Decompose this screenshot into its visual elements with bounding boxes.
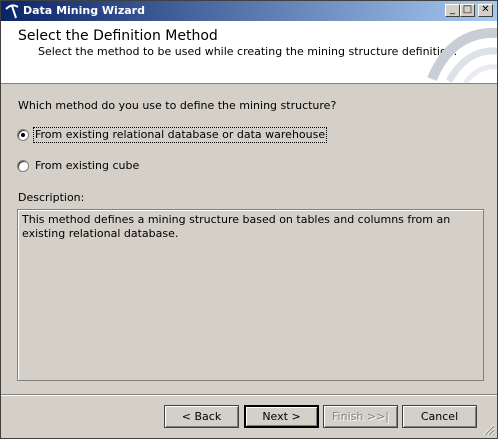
cancel-button[interactable]: Cancel [402,405,477,428]
radio-relational[interactable] [17,129,29,141]
button-separator [1,394,497,396]
maximize-button[interactable]: □ [460,4,475,17]
radio-cube[interactable] [17,160,29,172]
option-relational-label[interactable]: From existing relational database or dat… [32,127,328,143]
pickaxe-icon [4,3,20,19]
wizard-window: Data Mining Wizard _ □ ✕ Select the Defi… [0,0,498,439]
swoosh-icon [427,27,497,83]
title-bar[interactable]: Data Mining Wizard _ □ ✕ [1,1,497,21]
page-subtitle: Select the method to be used while creat… [38,45,458,58]
wizard-header: Select the Definition Method Select the … [1,21,497,84]
option-cube-label[interactable]: From existing cube [34,159,140,173]
close-icon: ✕ [481,4,490,15]
minimize-icon: _ [450,4,455,15]
description-text: This method defines a mining structure b… [22,213,451,240]
close-button[interactable]: ✕ [478,4,493,17]
back-button[interactable]: < Back [164,405,239,428]
next-button[interactable]: Next > [244,405,319,428]
maximize-icon: □ [462,4,473,15]
resize-grip-icon[interactable] [483,424,495,436]
finish-button[interactable]: Finish >>| [323,405,398,428]
description-label: Description: [18,191,85,204]
method-question: Which method do you use to define the mi… [18,99,337,112]
description-box: This method defines a mining structure b… [17,209,484,381]
page-title: Select the Definition Method [18,28,218,44]
minimize-button[interactable]: _ [445,4,460,17]
window-title: Data Mining Wizard [23,4,145,17]
